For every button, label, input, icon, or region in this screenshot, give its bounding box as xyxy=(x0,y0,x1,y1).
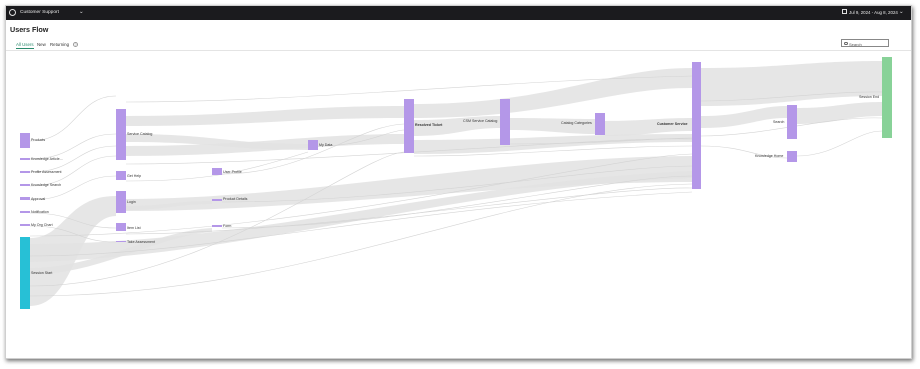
node-approval[interactable] xyxy=(20,197,30,200)
node-label: Get Help xyxy=(127,174,142,178)
node-label: Session End xyxy=(859,95,880,99)
node-profile-assessment[interactable] xyxy=(20,171,30,173)
node-knowledge-search[interactable] xyxy=(20,184,30,186)
node-label: Search xyxy=(773,120,785,124)
node-label: My Org Chart xyxy=(31,223,53,227)
flow-link[interactable] xyxy=(605,118,692,136)
node-label: Service Catalog xyxy=(127,132,153,136)
node-my-data[interactable] xyxy=(308,140,318,150)
node-label: Login xyxy=(127,200,136,204)
node-label: Customer Service xyxy=(657,122,688,126)
node-search[interactable] xyxy=(787,105,797,139)
node-form[interactable] xyxy=(212,225,222,227)
node-label: Notification xyxy=(31,210,49,214)
flow-link[interactable] xyxy=(796,130,883,157)
node-products[interactable] xyxy=(20,133,30,148)
flow-link[interactable] xyxy=(797,102,882,124)
node-take-assessment[interactable] xyxy=(116,241,126,242)
node-customer-service[interactable] xyxy=(692,62,701,189)
node-product-details[interactable] xyxy=(212,199,222,201)
node-login[interactable] xyxy=(116,191,126,213)
node-item-list[interactable] xyxy=(116,223,126,231)
node-label: CSM Service Catalog xyxy=(463,119,498,123)
node-label: Catalog Categories xyxy=(561,121,592,125)
node-label: Session Start xyxy=(31,271,53,275)
node-knowledge-home[interactable] xyxy=(787,151,797,162)
node-label: Form xyxy=(223,224,232,228)
flow-link[interactable] xyxy=(29,95,117,142)
node-session-start[interactable] xyxy=(20,237,30,309)
node-get-help[interactable] xyxy=(116,171,126,180)
node-service-catalog[interactable] xyxy=(116,109,126,160)
node-my-org-chart[interactable] xyxy=(20,224,30,226)
node-catalog-categories[interactable] xyxy=(595,113,605,135)
node-label: Knowledge Home xyxy=(755,154,784,158)
app-window: Customer Support ⌄ Jul 9, 2024 - Aug 8, … xyxy=(5,5,912,359)
flow-link[interactable] xyxy=(414,68,692,118)
node-label: My Data xyxy=(319,143,333,147)
node-label: Knowledge Search xyxy=(31,183,62,187)
sankey-diagram xyxy=(20,57,892,309)
node-notification[interactable] xyxy=(20,211,30,213)
node-label: Approval xyxy=(31,197,46,201)
flow-link[interactable] xyxy=(126,106,404,126)
node-resolved-ticket[interactable] xyxy=(404,99,414,153)
node-label: Take Assessment xyxy=(127,240,155,244)
node-label: Resolved Ticket xyxy=(415,123,443,127)
node-session-end[interactable] xyxy=(882,57,892,138)
flow-link[interactable] xyxy=(701,106,787,128)
node-label: User Profile xyxy=(223,170,242,174)
node-label: Products xyxy=(31,138,46,142)
flow-link[interactable] xyxy=(125,151,309,182)
node-csm-service-catalog[interactable] xyxy=(500,99,510,145)
node-label: Item List xyxy=(127,226,141,230)
node-knowledge-article[interactable] xyxy=(20,158,30,160)
node-user-profile[interactable] xyxy=(212,168,222,175)
flow-links xyxy=(30,61,882,306)
node-label: Knowledge Article... xyxy=(31,157,63,161)
node-label: Profile Assessment xyxy=(31,170,62,174)
flow-link[interactable] xyxy=(701,61,882,106)
node-label: Product Details xyxy=(223,197,248,201)
